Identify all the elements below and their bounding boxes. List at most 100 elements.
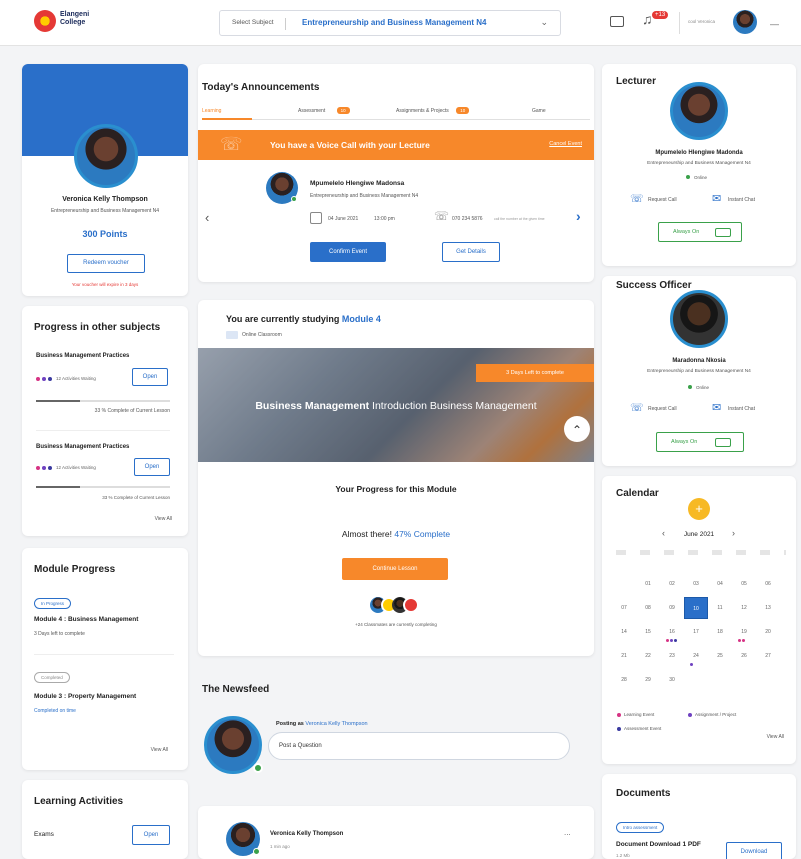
profile-card: Veronica Kelly Thompson Entrepreneurship… bbox=[22, 64, 188, 296]
calendar-day[interactable]: 08 bbox=[636, 602, 660, 614]
calendar-view-all-link[interactable]: View All bbox=[754, 734, 784, 740]
success-officer-avatar[interactable] bbox=[670, 290, 728, 348]
exams-open-button[interactable]: Open bbox=[132, 825, 170, 845]
lecturer-instant-chat-link[interactable]: Instant Chat bbox=[728, 197, 755, 203]
progress-view-all-link[interactable]: View All bbox=[142, 516, 172, 522]
lecturer-title: Lecturer bbox=[616, 76, 657, 87]
add-event-button[interactable]: + bbox=[688, 498, 710, 520]
chevron-down-icon: ⌄ bbox=[540, 17, 548, 27]
download-button[interactable]: Download bbox=[726, 842, 782, 859]
tab-assessment-label: Assessment bbox=[298, 108, 326, 114]
calendar-day[interactable]: 25 bbox=[708, 650, 732, 662]
post-menu-icon[interactable]: ... bbox=[564, 828, 571, 837]
calendar-day[interactable]: 28 bbox=[612, 674, 636, 686]
days-left-badge: 3 Days Left to complete bbox=[476, 364, 594, 382]
header-avatar[interactable] bbox=[733, 10, 757, 34]
event-dot bbox=[690, 663, 693, 666]
bell-icon[interactable]: ♫ bbox=[642, 11, 653, 27]
get-details-button[interactable]: Get Details bbox=[442, 242, 500, 262]
calendar-day[interactable]: 22 bbox=[636, 650, 660, 662]
progress-item-2-pct: 33 % Complete of Current Lesson bbox=[102, 495, 170, 500]
progress-item-2-status: 12 Activities Waiting bbox=[56, 465, 96, 470]
user-menu-icon[interactable]: — bbox=[770, 19, 779, 29]
tab-assignments[interactable]: Assignments & Projects 10 bbox=[396, 107, 470, 114]
instant-chat-icon: ✉ bbox=[712, 402, 722, 414]
calendar-day[interactable]: 29 bbox=[636, 674, 660, 686]
module-progress-card: Module Progress In Progress Module 4 : B… bbox=[22, 548, 188, 770]
calendar-day[interactable]: 30 bbox=[660, 674, 684, 686]
calendar-day[interactable]: 07 bbox=[612, 602, 636, 614]
calendar-day[interactable]: 09 bbox=[660, 602, 684, 614]
event-dot bbox=[666, 639, 669, 642]
calendar-day[interactable]: 14 bbox=[612, 626, 636, 638]
calendar-day[interactable]: 06 bbox=[756, 578, 780, 590]
posting-prefix: Posting as bbox=[276, 721, 304, 727]
profile-avatar[interactable] bbox=[74, 124, 138, 188]
calendar-day[interactable]: 15 bbox=[636, 626, 660, 638]
document-size: 1.2 Mb bbox=[616, 853, 630, 858]
progress-item-2-open-button[interactable]: Open bbox=[134, 458, 170, 476]
officer-request-call-link[interactable]: Request Call bbox=[648, 406, 677, 412]
lecturer-avatar[interactable] bbox=[670, 82, 728, 140]
progress-item-1-pct: 33 % Complete of Current Lesson bbox=[94, 408, 170, 414]
calendar-day[interactable]: 03 bbox=[684, 578, 708, 590]
progress-item-2-name: Business Management Practices bbox=[36, 444, 130, 450]
post-question-input[interactable]: Post a Question bbox=[268, 732, 570, 760]
lecturer-card: Lecturer Mpumelelo Hlengiwe Madonda Entr… bbox=[602, 64, 796, 266]
online-status-icon bbox=[686, 175, 690, 179]
header-divider bbox=[679, 12, 680, 34]
calendar-day[interactable]: 12 bbox=[732, 602, 756, 614]
notification-badge: +13 bbox=[652, 11, 669, 19]
logo-line2: College bbox=[60, 19, 86, 26]
officer-instant-chat-link[interactable]: Instant Chat bbox=[728, 406, 755, 412]
redeem-voucher-button[interactable]: Redeem voucher bbox=[67, 254, 145, 273]
confirm-event-button[interactable]: Confirm Event bbox=[310, 242, 386, 262]
calendar-day[interactable]: 11 bbox=[708, 602, 732, 614]
almost-prefix: Almost there! bbox=[341, 529, 392, 539]
calendar-day[interactable]: 13 bbox=[756, 602, 780, 614]
lecturer-request-call-link[interactable]: Request Call bbox=[648, 197, 677, 203]
event-dot bbox=[742, 639, 745, 642]
module-progress-title: Module Progress bbox=[34, 564, 116, 575]
calendar-day[interactable]: 18 bbox=[708, 626, 732, 638]
legend-learning: Learning Event bbox=[624, 712, 655, 717]
carousel-prev-icon[interactable]: ‹ bbox=[205, 210, 209, 225]
calendar-day[interactable]: 27 bbox=[756, 650, 780, 662]
tab-game[interactable]: Game bbox=[532, 108, 546, 114]
calendar-day[interactable]: 02 bbox=[660, 578, 684, 590]
mail-icon[interactable] bbox=[610, 16, 624, 27]
calendar-month: June 2021 bbox=[683, 531, 715, 538]
continue-lesson-button[interactable]: Continue Lesson bbox=[342, 558, 448, 580]
profile-points: 300 Points bbox=[82, 229, 128, 239]
caller-name: Mpumelelo Hlengiwe Madonsa bbox=[310, 180, 405, 187]
success-officer-status: Online bbox=[696, 385, 710, 390]
college-logo-icon[interactable] bbox=[34, 10, 56, 32]
online-status-icon bbox=[688, 385, 692, 389]
online-status-icon bbox=[291, 196, 297, 202]
event-phone: 070 234 5876 bbox=[452, 216, 483, 222]
calendar-day[interactable]: 24 bbox=[684, 650, 708, 662]
progress-item-1-open-button[interactable]: Open bbox=[132, 368, 168, 386]
calendar-day[interactable]: 04 bbox=[708, 578, 732, 590]
lecturer-always-on-toggle[interactable]: Always On bbox=[658, 222, 742, 242]
calendar-day[interactable]: 23 bbox=[660, 650, 684, 662]
module-view-all-link[interactable]: View All bbox=[138, 747, 168, 753]
collapse-up-icon[interactable]: ⌃ bbox=[564, 416, 590, 442]
calendar-day[interactable]: 21 bbox=[612, 650, 636, 662]
officer-always-on-toggle[interactable]: Always On bbox=[656, 432, 744, 452]
calendar-day[interactable]: 20 bbox=[756, 626, 780, 638]
calendar-next-icon[interactable]: › bbox=[732, 528, 735, 538]
tab-assessment[interactable]: Assessment 10 bbox=[298, 107, 350, 114]
subject-select[interactable]: Select Subject Entrepreneurship and Busi… bbox=[219, 10, 561, 36]
calendar-day[interactable]: 16 bbox=[660, 626, 684, 638]
calendar-day[interactable]: 01 bbox=[636, 578, 660, 590]
calendar-day[interactable]: 17 bbox=[684, 626, 708, 638]
calendar-day[interactable]: 10 bbox=[684, 597, 708, 619]
subject-divider bbox=[285, 18, 286, 30]
carousel-next-icon[interactable]: › bbox=[576, 208, 581, 224]
calendar-day[interactable]: 05 bbox=[732, 578, 756, 590]
calendar-day[interactable]: 26 bbox=[732, 650, 756, 662]
tab-learning[interactable]: Learning bbox=[202, 108, 221, 114]
cancel-event-link[interactable]: Cancel Event bbox=[549, 141, 582, 147]
calendar-day[interactable]: 19 bbox=[732, 626, 756, 638]
